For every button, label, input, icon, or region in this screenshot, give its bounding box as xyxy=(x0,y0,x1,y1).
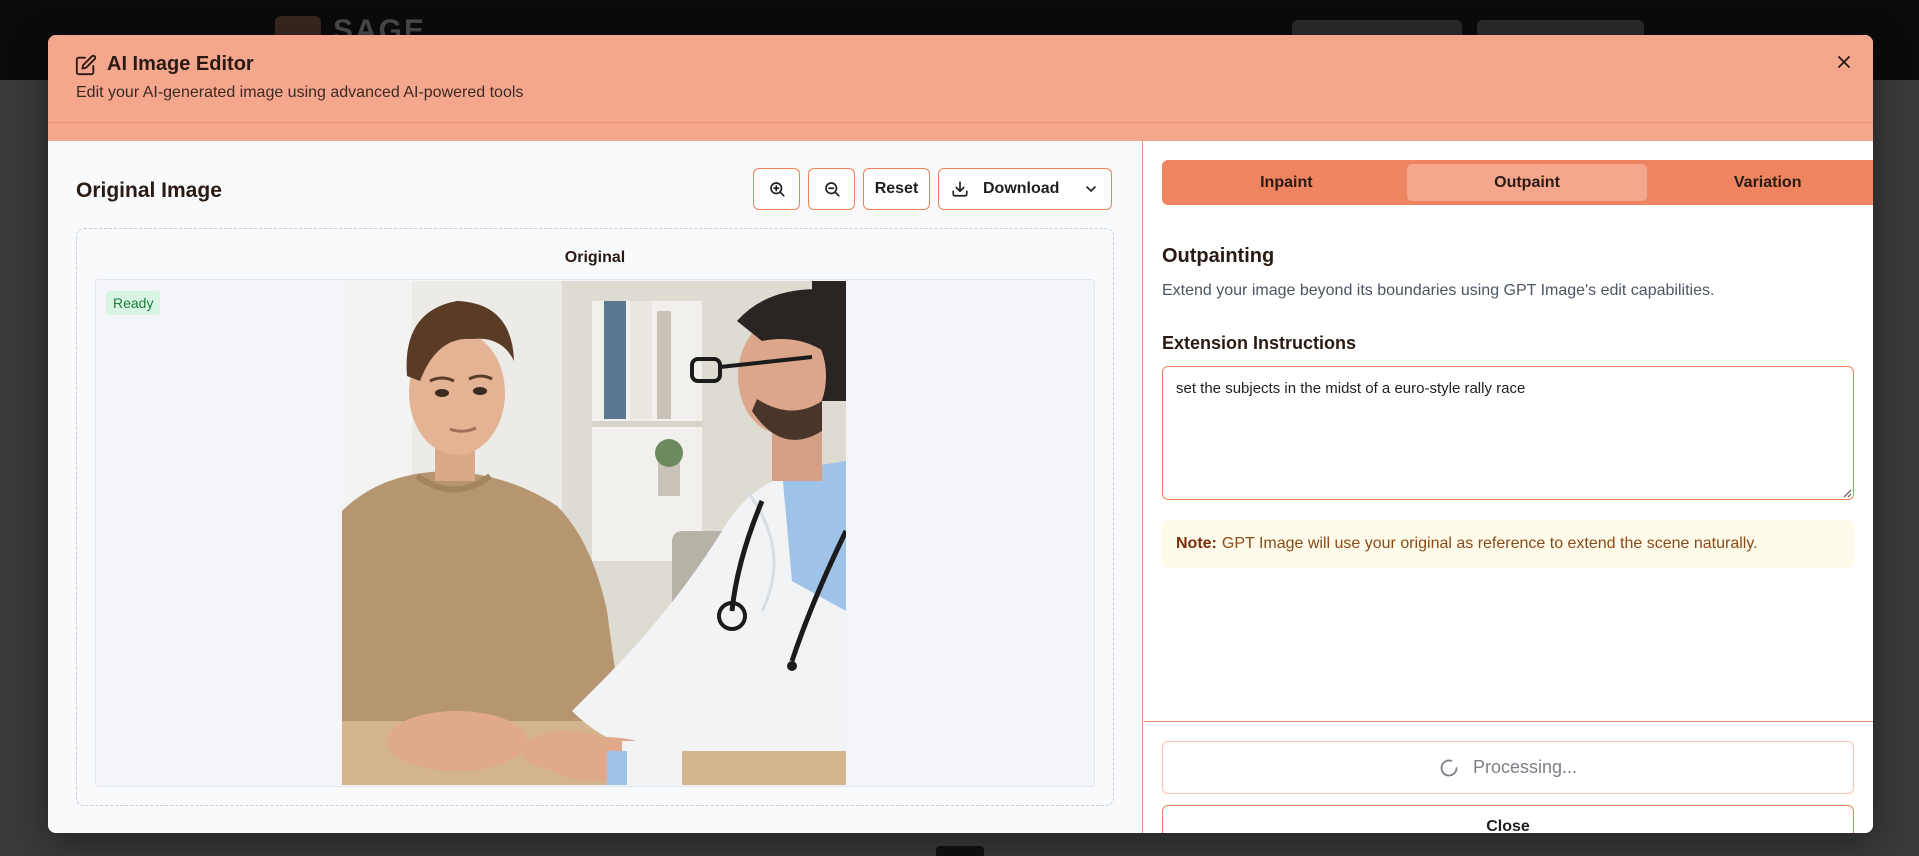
image-toolbar: Reset Download xyxy=(753,168,1112,210)
original-image-panel: Original Image Reset Download Original R… xyxy=(48,141,1143,833)
footer-divider xyxy=(1144,721,1873,722)
zoom-in-icon xyxy=(769,182,785,197)
zoom-out-button[interactable] xyxy=(808,168,855,210)
section-title: Outpainting xyxy=(1162,245,1275,267)
background-bottom-tab xyxy=(936,846,984,856)
header-band xyxy=(48,123,1873,141)
spinner-icon xyxy=(1440,759,1458,776)
download-label: Download xyxy=(983,180,1060,197)
close-button[interactable]: Close xyxy=(1162,805,1854,833)
edit-controls-panel: Inpaint Outpaint Variation Outpainting E… xyxy=(1144,141,1873,833)
image-editor-modal: AI Image Editor Edit your AI-generated i… xyxy=(48,35,1873,833)
extension-instructions-input[interactable]: set the subjects in the midst of a euro-… xyxy=(1162,366,1854,500)
note-label: Note: xyxy=(1176,535,1217,552)
resize-grip-icon[interactable] xyxy=(1842,488,1852,498)
modal-subtitle: Edit your AI-generated image using advan… xyxy=(76,84,524,101)
tab-outpaint[interactable]: Outpaint xyxy=(1406,164,1648,201)
tab-inpaint[interactable]: Inpaint xyxy=(1166,164,1407,201)
modal-title-row: AI Image Editor xyxy=(75,53,254,76)
close-icon[interactable] xyxy=(1833,51,1855,73)
image-canvas[interactable]: Ready xyxy=(95,279,1095,787)
modal-header: AI Image Editor Edit your AI-generated i… xyxy=(48,35,1873,123)
edit-mode-tabs: Inpaint Outpaint Variation xyxy=(1162,160,1873,205)
download-button[interactable]: Download xyxy=(938,168,1112,210)
edit-icon xyxy=(75,54,97,76)
section-description: Extend your image beyond its boundaries … xyxy=(1162,282,1715,299)
original-photo xyxy=(342,281,846,785)
processing-button[interactable]: Processing... xyxy=(1162,741,1854,794)
panel-title: Original Image xyxy=(76,179,222,202)
tab-variation[interactable]: Variation xyxy=(1647,164,1873,201)
processing-label: Processing... xyxy=(1472,757,1578,777)
download-icon xyxy=(952,181,968,197)
zoom-out-icon xyxy=(824,182,840,197)
chevron-down-icon xyxy=(1086,186,1096,192)
photo-illustration xyxy=(342,281,846,785)
reset-button[interactable]: Reset xyxy=(863,168,930,210)
frame-label: Original xyxy=(564,249,626,266)
note-text: GPT Image will use your original as refe… xyxy=(1221,535,1758,552)
image-frame: Original Ready xyxy=(76,228,1114,806)
download-button-content: Download xyxy=(951,180,1059,198)
extension-instructions-label: Extension Instructions xyxy=(1162,333,1357,353)
note-box: Note: GPT Image will use your original a… xyxy=(1162,520,1854,568)
status-badge: Ready xyxy=(106,291,161,315)
zoom-in-button[interactable] xyxy=(753,168,800,210)
modal-title: AI Image Editor xyxy=(107,53,254,75)
